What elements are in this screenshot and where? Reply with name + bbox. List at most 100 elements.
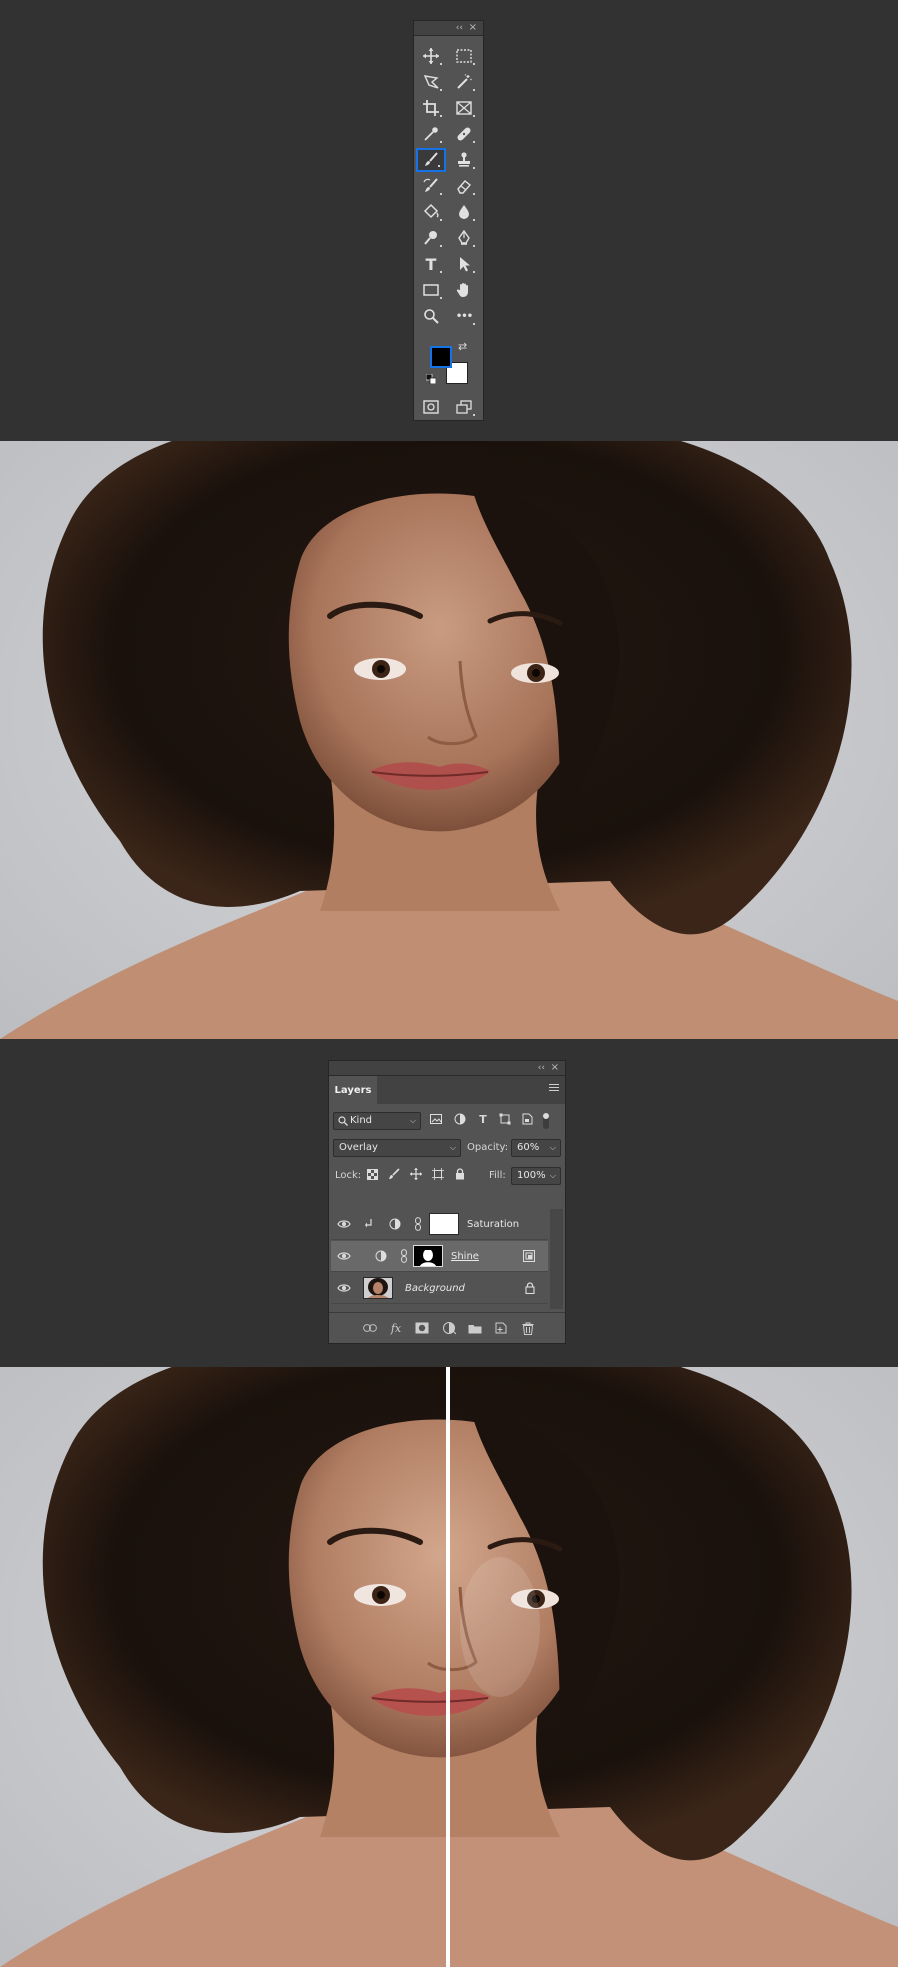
chevron-down-icon: ⌵ — [409, 1116, 416, 1125]
eyedropper-tool[interactable] — [416, 122, 446, 146]
hand-icon — [456, 283, 468, 297]
portrait-photo-before — [0, 441, 898, 1039]
pen-icon — [458, 229, 470, 245]
lock-image-pixels-icon[interactable] — [387, 1167, 401, 1181]
shape-layer-filter-icon[interactable] — [498, 1112, 512, 1126]
pen-tool[interactable] — [449, 226, 479, 250]
crop-icon — [423, 100, 439, 116]
history-brush-tool[interactable] — [416, 174, 446, 198]
foreground-color-swatch[interactable] — [430, 346, 452, 368]
adjustment-layer-icon — [375, 1250, 387, 1262]
eraser-tool[interactable] — [449, 174, 479, 198]
add-mask-icon[interactable] — [413, 1319, 431, 1337]
lasso-tool[interactable] — [416, 70, 446, 94]
new-adjustment-layer-icon[interactable] — [440, 1319, 458, 1337]
marquee-icon — [456, 49, 472, 63]
lock-transparent-pixels-icon[interactable] — [365, 1167, 379, 1181]
lock-position-icon[interactable] — [409, 1167, 423, 1181]
screen-mode-button[interactable] — [449, 395, 479, 419]
chevron-down-icon: ⌵ — [549, 1171, 556, 1180]
paint-bucket-icon — [423, 203, 439, 219]
arrow-pointer-icon — [460, 257, 470, 272]
opacity-input[interactable]: 60% ⌵ — [511, 1139, 561, 1157]
lock-label: Lock: — [335, 1170, 362, 1181]
hand-tool[interactable] — [449, 278, 479, 302]
layers-panel-header[interactable]: ‹‹ × — [329, 1061, 565, 1076]
type-tool[interactable]: T — [416, 252, 446, 276]
layer-row-shine[interactable]: Shine — [331, 1241, 548, 1272]
before-after-divider — [446, 1367, 450, 1967]
more-icon: ••• — [455, 310, 473, 322]
chevron-down-icon: ⌵ — [549, 1143, 556, 1152]
clone-stamp-tool[interactable] — [449, 148, 479, 172]
smart-filter-icon — [523, 1250, 535, 1262]
new-layer-icon[interactable] — [492, 1319, 510, 1337]
frame-icon — [456, 101, 472, 115]
tools-panel-header[interactable]: ‹‹ × — [414, 21, 483, 36]
collapse-icon[interactable]: ‹‹ — [538, 1062, 545, 1074]
layers-panel: ‹‹ × Layers Kind ⌵ T Overlay ⌵ Opacity: … — [328, 1060, 566, 1344]
path-selection-tool[interactable] — [449, 252, 479, 276]
visibility-eye-icon[interactable] — [337, 1283, 351, 1293]
layer-thumbnail[interactable] — [363, 1277, 393, 1299]
frame-tool[interactable] — [449, 96, 479, 120]
adjustment-layer-filter-icon[interactable] — [453, 1112, 467, 1126]
quick-mask-button[interactable] — [416, 395, 446, 419]
rectangular-marquee-tool[interactable] — [449, 44, 479, 68]
tab-layers[interactable]: Layers — [329, 1076, 377, 1104]
panel-menu-icon[interactable] — [549, 1084, 559, 1093]
delete-layer-icon[interactable] — [519, 1319, 537, 1337]
layer-mask-thumbnail[interactable] — [429, 1213, 459, 1235]
stamp-icon — [458, 152, 470, 167]
add-layer-style-icon[interactable]: fx — [387, 1319, 405, 1337]
move-tool[interactable] — [416, 44, 446, 68]
type-layer-filter-icon[interactable]: T — [476, 1112, 490, 1126]
lock-artboard-icon[interactable] — [431, 1167, 445, 1181]
blur-drop-icon — [459, 205, 469, 219]
edit-toolbar-button[interactable]: ••• — [449, 304, 479, 328]
bandage-icon — [457, 127, 471, 141]
smart-object-filter-icon[interactable] — [520, 1112, 534, 1126]
eraser-icon — [457, 180, 472, 194]
magnifier-icon — [424, 309, 439, 324]
link-chain-icon[interactable] — [401, 1249, 407, 1263]
paint-bucket-tool[interactable] — [416, 200, 446, 224]
layer-row-saturation[interactable]: Saturation — [331, 1209, 548, 1240]
healing-brush-tool[interactable] — [449, 122, 479, 146]
crop-tool[interactable] — [416, 96, 446, 120]
magic-wand-tool[interactable] — [449, 70, 479, 94]
adjustment-layer-icon — [389, 1218, 401, 1230]
collapse-icon[interactable]: ‹‹ — [456, 22, 463, 34]
pixel-layer-filter-icon[interactable] — [429, 1112, 443, 1126]
close-icon[interactable]: × — [469, 21, 477, 34]
fill-input[interactable]: 100% ⌵ — [511, 1167, 561, 1185]
lock-all-icon[interactable] — [453, 1167, 467, 1181]
visibility-eye-icon[interactable] — [337, 1251, 351, 1261]
clipping-mask-arrow-icon — [365, 1219, 372, 1228]
swap-colors-icon[interactable]: ⇄ — [458, 340, 467, 353]
type-icon: T — [425, 254, 437, 274]
layer-mask-thumbnail[interactable] — [413, 1245, 443, 1267]
zoom-tool[interactable] — [416, 304, 446, 328]
dodge-tool[interactable] — [416, 226, 446, 250]
rectangle-tool[interactable] — [416, 278, 446, 302]
link-layers-icon[interactable] — [361, 1319, 379, 1337]
blend-mode-select[interactable]: Overlay ⌵ — [333, 1139, 461, 1157]
brush-icon — [425, 152, 438, 166]
filter-toggle-switch[interactable] — [543, 1113, 549, 1129]
link-chain-icon[interactable] — [415, 1217, 421, 1231]
blur-tool[interactable] — [449, 200, 479, 224]
move-icon — [423, 48, 439, 64]
visibility-eye-icon[interactable] — [337, 1219, 351, 1229]
default-colors-icon[interactable] — [426, 374, 436, 384]
close-icon[interactable]: × — [551, 1061, 559, 1074]
new-group-icon[interactable] — [466, 1319, 484, 1337]
layer-list-scrollbar[interactable] — [550, 1209, 563, 1309]
fill-label: Fill: — [489, 1170, 506, 1181]
layer-row-background[interactable]: Background — [331, 1273, 548, 1304]
brush-tool[interactable] — [416, 148, 446, 172]
filter-kind-select[interactable]: Kind ⌵ — [333, 1112, 421, 1130]
eyedropper-icon — [424, 127, 438, 141]
portrait-comparison-illustration — [0, 1367, 898, 1967]
chevron-down-icon: ⌵ — [449, 1143, 456, 1152]
